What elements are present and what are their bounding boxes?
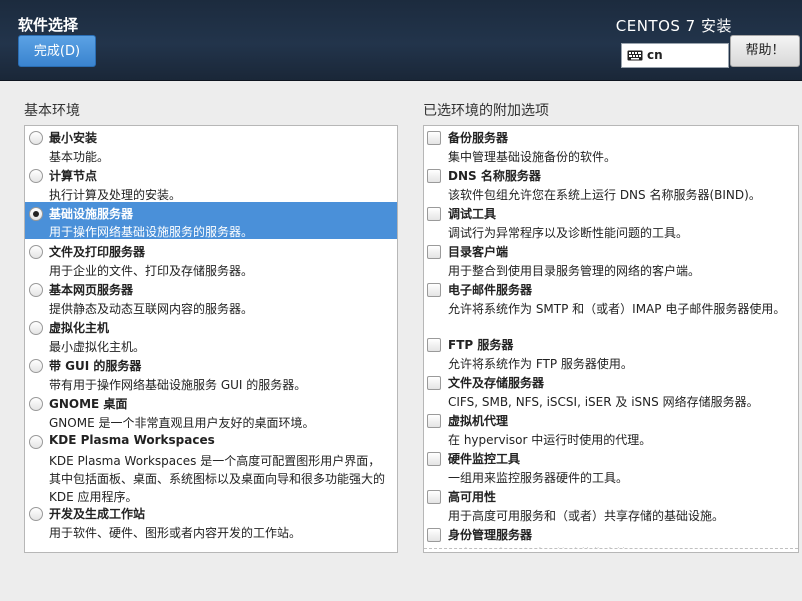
option-name: 目录客户端 [448, 245, 509, 259]
addon-option-high-availability[interactable]: 高可用性 用于高度可用服务和（或者）共享存储的基础设施。 [424, 488, 798, 525]
option-description: CIFS, SMB, NFS, iSCSI, iSER 及 iSNS 网络存储服… [448, 395, 759, 409]
addon-option-backup-server[interactable]: 备份服务器 集中管理基础设施备份的软件。 [424, 129, 798, 166]
checkbox[interactable] [427, 414, 441, 428]
environment-option-infrastructure-server[interactable]: 基础设施服务器 用于操作网络基础设施服务的服务器。 [25, 202, 397, 239]
addon-option-dns-server[interactable]: DNS 名称服务器 该软件包组允许您在系统上运行 DNS 名称服务器(BIND)… [424, 167, 798, 204]
option-name: 计算节点 [49, 169, 98, 183]
option-name: 电子邮件服务器 [448, 283, 533, 297]
addon-option-file-storage-server[interactable]: 文件及存储服务器 CIFS, SMB, NFS, iSCSI, iSER 及 i… [424, 374, 798, 411]
keyboard-icon [627, 50, 643, 61]
checkbox[interactable] [427, 376, 441, 390]
option-description: 允许将系统作为 FTP 服务器使用。 [448, 357, 633, 371]
checkbox[interactable] [427, 452, 441, 466]
option-description: 该软件包组允许您在系统上运行 DNS 名称服务器(BIND)。 [448, 188, 761, 202]
environment-option-server-with-gui[interactable]: 带 GUI 的服务器 带有用于操作网络基础设施服务 GUI 的服务器。 [25, 357, 397, 394]
environment-option-dev-workstation[interactable]: 开发及生成工作站 用于软件、硬件、图形或者内容开发的工作站。 [25, 505, 397, 542]
option-name: 备份服务器 [448, 131, 509, 145]
addon-option-hardware-monitoring[interactable]: 硬件监控工具 一组用来监控服务器硬件的工具。 [424, 450, 798, 487]
environment-option-kde-plasma[interactable]: KDE Plasma Workspaces KDE Plasma Workspa… [25, 433, 397, 505]
option-description: 一组用来监控服务器硬件的工具。 [448, 471, 629, 485]
option-name: 虚拟化主机 [49, 321, 110, 335]
option-name: 身份管理服务器 [448, 528, 533, 542]
product-title: CENTOS 7 安装 [615, 17, 732, 35]
option-name: 高可用性 [448, 490, 497, 504]
radio-button[interactable] [29, 207, 43, 221]
environment-option-gnome-desktop[interactable]: GNOME 桌面 GNOME 是一个非常直观且用户友好的桌面环境。 [25, 395, 397, 432]
environment-option-virtualization-host[interactable]: 虚拟化主机 最小虚拟化主机。 [25, 319, 397, 356]
checkbox[interactable] [427, 528, 441, 542]
option-description: 用于企业的文件、打印及存储服务器。 [49, 264, 254, 278]
option-name: 虚拟机代理 [448, 414, 509, 428]
option-description: 带有用于操作网络基础设施服务 GUI 的服务器。 [49, 378, 307, 392]
radio-button[interactable] [29, 435, 43, 449]
option-description: 允许将系统作为 SMTP 和（或者）IMAP 电子邮件服务器使用。 [448, 302, 786, 316]
option-name: GNOME 桌面 [49, 397, 128, 411]
radio-button[interactable] [29, 397, 43, 411]
option-name: DNS 名称服务器 [448, 169, 541, 183]
option-description: 基本功能。 [49, 150, 110, 164]
option-name: FTP 服务器 [448, 338, 514, 352]
option-name: 硬件监控工具 [448, 452, 521, 466]
addon-option-guest-agents[interactable]: 虚拟机代理 在 hypervisor 中运行时使用的代理。 [424, 412, 798, 449]
keyboard-layout-indicator[interactable]: cn [621, 43, 729, 68]
base-environment-heading: 基本环境 [24, 103, 80, 119]
option-description: 在 hypervisor 中运行时使用的代理。 [448, 433, 652, 447]
radio-button[interactable] [29, 169, 43, 183]
option-name: 调试工具 [448, 207, 497, 221]
keyboard-layout-label: cn [647, 48, 663, 62]
checkbox[interactable] [427, 283, 441, 297]
option-name: 带 GUI 的服务器 [49, 359, 142, 373]
environment-option-compute-node[interactable]: 计算节点 执行计算及处理的安装。 [25, 167, 397, 204]
base-environment-list: 最小安装 基本功能。 计算节点 执行计算及处理的安装。 基础设施服务器 用于操作… [24, 125, 398, 553]
help-button[interactable]: 帮助！ [730, 35, 800, 67]
option-description: GNOME 是一个非常直观且用户友好的桌面环境。 [49, 416, 315, 430]
radio-button[interactable] [29, 321, 43, 335]
option-description: 集中管理基础设施备份的软件。 [448, 150, 617, 164]
option-name: 文件及存储服务器 [448, 376, 545, 390]
option-description: 用于操作网络基础设施服务的服务器。 [49, 225, 254, 239]
option-name: 文件及打印服务器 [49, 245, 146, 259]
environment-option-minimal[interactable]: 最小安装 基本功能。 [25, 129, 397, 166]
environment-option-file-print-server[interactable]: 文件及打印服务器 用于企业的文件、打印及存储服务器。 [25, 243, 397, 280]
checkbox[interactable] [427, 169, 441, 183]
radio-button[interactable] [29, 131, 43, 145]
option-name: KDE Plasma Workspaces [49, 433, 215, 447]
addons-heading: 已选环境的附加选项 [423, 103, 549, 119]
radio-button[interactable] [29, 245, 43, 259]
option-name: 开发及生成工作站 [49, 507, 146, 521]
environment-option-basic-web-server[interactable]: 基本网页服务器 提供静态及动态互联网内容的服务器。 [25, 281, 397, 318]
radio-button[interactable] [29, 507, 43, 521]
page-title: 软件选择 [18, 16, 79, 34]
addon-option-directory-client[interactable]: 目录客户端 用于整合到使用目录服务管理的网络的客户端。 [424, 243, 798, 280]
option-description: KDE Plasma Workspaces 是一个高度可配置图形用户界面，其中包… [49, 454, 386, 504]
checkbox[interactable] [427, 490, 441, 504]
checkbox[interactable] [427, 207, 441, 221]
radio-button[interactable] [29, 359, 43, 373]
header-bar: 软件选择 完成(D) CENTOS 7 安装 cn 帮助！ [0, 0, 802, 81]
option-name: 基本网页服务器 [49, 283, 134, 297]
addon-option-debug-tools[interactable]: 调试工具 调试行为异常程序以及诊断性能问题的工具。 [424, 205, 798, 242]
option-description: 用于软件、硬件、图形或者内容开发的工作站。 [49, 526, 302, 540]
addon-option-mail-server[interactable]: 电子邮件服务器 允许将系统作为 SMTP 和（或者）IMAP 电子邮件服务器使用… [424, 281, 798, 336]
scroll-fade-edge [424, 548, 798, 552]
option-description: 用于整合到使用目录服务管理的网络的客户端。 [448, 264, 701, 278]
done-button[interactable]: 完成(D) [18, 35, 96, 67]
option-description: 最小虚拟化主机。 [49, 340, 146, 354]
radio-button[interactable] [29, 283, 43, 297]
option-description: 提供静态及动态互联网内容的服务器。 [49, 302, 254, 316]
option-name: 最小安装 [49, 131, 98, 145]
option-name: 基础设施服务器 [49, 207, 134, 221]
addon-list: 备份服务器 集中管理基础设施备份的软件。 DNS 名称服务器 该软件包组允许您在… [423, 125, 799, 553]
option-description: 用于高度可用服务和（或者）共享存储的基础设施。 [448, 509, 725, 523]
option-description: 调试行为异常程序以及诊断性能问题的工具。 [448, 226, 689, 240]
checkbox[interactable] [427, 245, 441, 259]
checkbox[interactable] [427, 338, 441, 352]
addon-option-ftp-server[interactable]: FTP 服务器 允许将系统作为 FTP 服务器使用。 [424, 336, 798, 373]
checkbox[interactable] [427, 131, 441, 145]
